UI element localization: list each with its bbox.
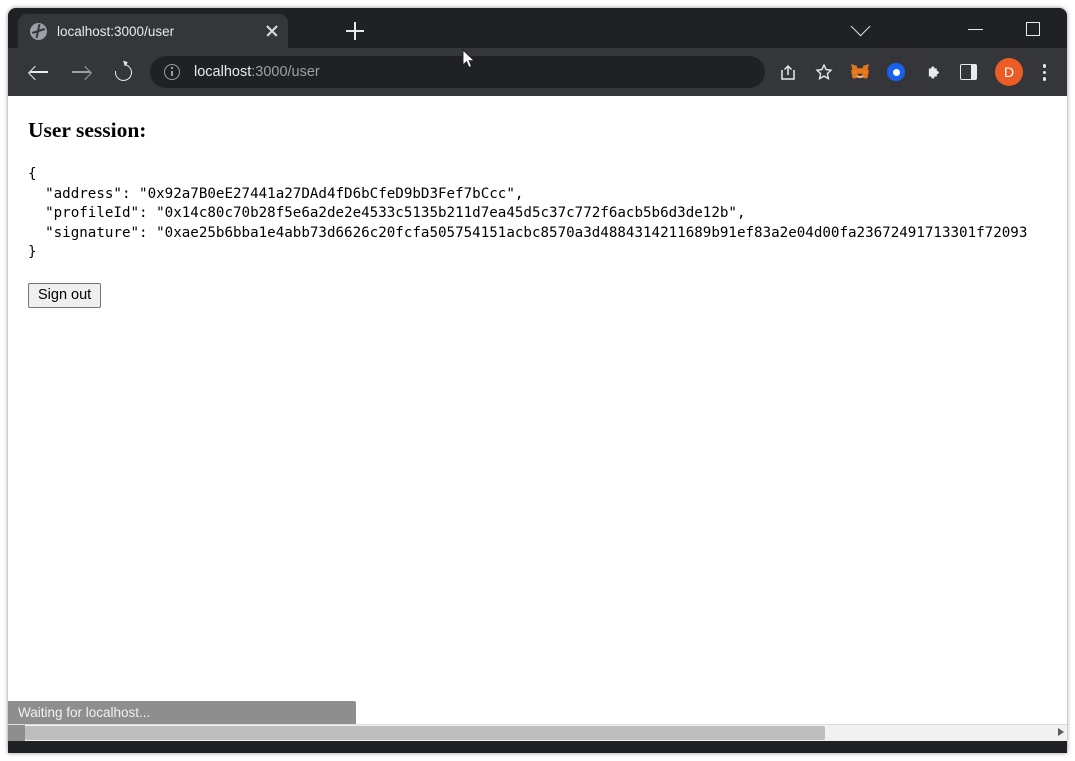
page-title: User session:	[28, 118, 1059, 143]
bookmark-star-icon[interactable]	[807, 55, 841, 89]
info-circle-icon[interactable]	[164, 64, 180, 80]
sign-out-button[interactable]: Sign out	[28, 283, 101, 308]
globe-icon	[30, 23, 47, 40]
scrollbar-thumb[interactable]	[25, 726, 825, 740]
share-icon[interactable]	[771, 55, 805, 89]
status-bubble: Waiting for localhost...	[8, 701, 356, 724]
side-panel-icon[interactable]	[951, 55, 985, 89]
page-content: User session: { "address": "0x92a7B0eE27…	[8, 96, 1067, 741]
metamask-fox-icon[interactable]	[843, 55, 877, 89]
url-host: localhost	[194, 64, 251, 80]
back-button[interactable]	[22, 55, 56, 89]
url-path: :3000/user	[251, 64, 320, 80]
reload-icon	[112, 61, 136, 85]
horizontal-scrollbar[interactable]	[8, 724, 1067, 741]
new-tab-button[interactable]	[338, 16, 372, 46]
user-session-json: { "address": "0x92a7B0eE27441a27DAd4fD6b…	[28, 165, 1059, 263]
maximize-button[interactable]	[1011, 12, 1055, 46]
address-bar[interactable]: localhost:3000/user	[150, 56, 765, 88]
minimize-icon	[968, 29, 983, 30]
page-viewport: User session: { "address": "0x92a7B0eE27…	[8, 96, 1067, 741]
extensions-puzzle-icon[interactable]	[915, 55, 949, 89]
browser-window: localhost:3000/user localhost:3000/user	[8, 8, 1067, 753]
status-text: Waiting for localhost...	[18, 705, 150, 720]
tab-close-icon[interactable]	[260, 19, 284, 43]
maximize-icon	[1026, 22, 1040, 36]
three-dot-menu-icon[interactable]	[1029, 55, 1059, 89]
blue-circle-extension-icon[interactable]	[879, 55, 913, 89]
tab-title: localhost:3000/user	[57, 24, 260, 39]
browser-toolbar: localhost:3000/user	[8, 48, 1067, 96]
minimize-button[interactable]	[953, 12, 997, 46]
avatar[interactable]: D	[995, 58, 1023, 86]
reload-button[interactable]	[106, 55, 140, 89]
tab-search-button[interactable]	[840, 12, 884, 46]
tab-strip: localhost:3000/user	[8, 8, 1067, 48]
scrollbar-left-button[interactable]	[8, 725, 25, 741]
chevron-down-icon	[851, 17, 871, 37]
browser-tab[interactable]: localhost:3000/user	[18, 14, 288, 48]
forward-button[interactable]	[64, 55, 98, 89]
right-arrow-icon[interactable]	[1058, 728, 1064, 736]
address-bar-text: localhost:3000/user	[194, 64, 320, 80]
